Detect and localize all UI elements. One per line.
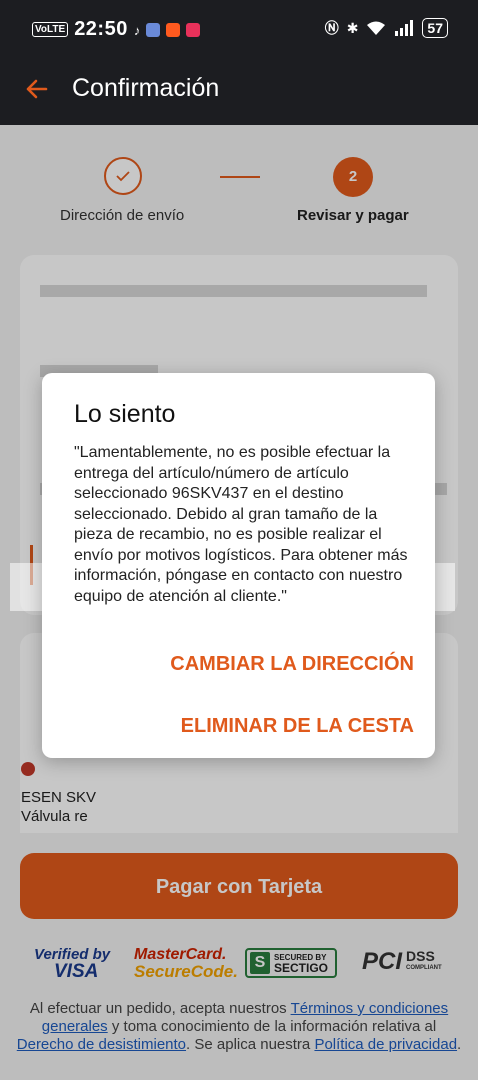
shop-icon — [186, 22, 201, 37]
status-right: Ⓝ ✱ 57 — [325, 18, 448, 38]
page-title: Confirmación — [72, 74, 220, 102]
app-bar: Confirmación — [0, 60, 478, 125]
signal-icon — [395, 20, 414, 36]
remove-from-cart-button[interactable]: ELIMINAR DE LA CESTA — [181, 715, 414, 738]
volte-indicator: VoLTE — [32, 22, 69, 37]
dialog-title: Lo siento — [74, 400, 176, 428]
undeliverable-dialog: Lo siento "Lamentablemente, no es posibl… — [42, 373, 435, 758]
status-left: VoLTE 22:50 ♪ — [32, 18, 201, 41]
status-bar: VoLTE 22:50 ♪ Ⓝ ✱ 57 — [0, 0, 478, 60]
app-avatar-icon — [146, 22, 161, 37]
battery-indicator: 57 — [422, 18, 448, 38]
bluetooth-icon: ✱ — [346, 19, 359, 36]
back-arrow-icon[interactable] — [22, 74, 52, 104]
nfc-icon: Ⓝ — [324, 20, 339, 36]
aliexpress-icon — [166, 22, 181, 37]
dialog-message: "Lamentablemente, no es posible efectuar… — [74, 444, 408, 605]
tiktok-icon: ♪ — [133, 22, 141, 38]
change-address-button[interactable]: CAMBIAR LA DIRECCIÓN — [170, 653, 414, 676]
clock: 22:50 — [74, 18, 128, 40]
wifi-icon — [367, 21, 386, 35]
